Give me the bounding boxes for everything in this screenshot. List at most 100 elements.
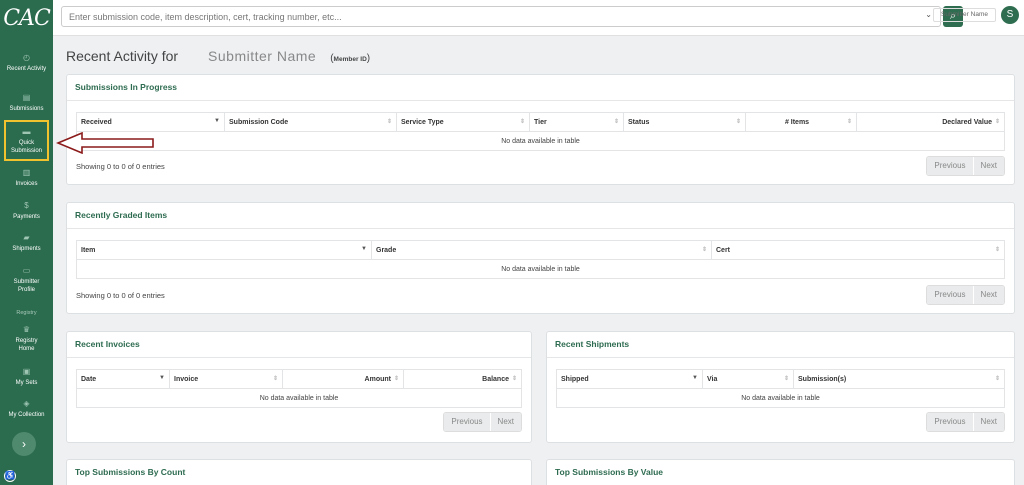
registry-heading: Registry (16, 310, 37, 316)
sidebar-item-payments[interactable]: $ Payments (0, 201, 53, 221)
sort-desc-icon: ▼ (159, 375, 165, 381)
trophy-icon: ♛ (22, 325, 31, 334)
sort-icon: ⇕ (701, 247, 707, 253)
column-header[interactable]: Service Type ⇕ (396, 112, 530, 132)
submitter-name: Submitter Name (208, 48, 317, 64)
file-icon: ▤ (22, 93, 31, 102)
invoice-icon: ▥ (22, 168, 31, 177)
column-header[interactable]: Item ▼ (76, 240, 372, 260)
sort-desc-icon: ▼ (361, 246, 367, 252)
member-id: (Member ID) (330, 53, 370, 64)
sort-icon: ⇕ (994, 376, 1000, 382)
sidebar-item-invoices[interactable]: ▥ Invoices (0, 168, 53, 188)
column-header[interactable]: Date ▼ (76, 369, 170, 389)
next-button[interactable]: Next (489, 413, 521, 431)
sort-icon: ⇕ (386, 119, 392, 125)
sidebar: CAC ◴ Recent Activity ▤ Submissions ▬ Qu… (0, 0, 53, 485)
search-input[interactable] (62, 7, 852, 27)
previous-button[interactable]: Previous (927, 286, 973, 304)
sidebar-item-submissions[interactable]: ▤ Submissions (0, 93, 53, 113)
column-header[interactable]: Grade ⇕ (371, 240, 712, 260)
column-header[interactable]: Submission Code ⇕ (224, 112, 397, 132)
column-header[interactable]: Tier ⇕ (529, 112, 624, 132)
annotation-arrow-icon (56, 132, 154, 154)
submissions-in-progress-card: Submissions In Progress Received ▼ Submis… (66, 74, 1015, 185)
submitter-name-label[interactable]: Submitter Name (933, 8, 996, 22)
previous-button[interactable]: Previous (927, 157, 973, 175)
card-title: Submissions In Progress (67, 75, 1014, 101)
next-button[interactable]: Next (972, 286, 1004, 304)
graded-items-table: Item ▼ Grade ⇕ Cert ⇕ No data available in … (76, 240, 1005, 279)
entries-info: Showing 0 to 0 of 0 entries (76, 291, 165, 300)
sidebar-item-my-sets[interactable]: ▣ My Sets (0, 367, 53, 387)
recent-invoices-card: Recent Invoices Date ▼ Invoice ⇕ Amount ⇕ B… (66, 331, 532, 443)
previous-button[interactable]: Previous (927, 413, 973, 431)
column-header[interactable]: Via ⇕ (702, 369, 794, 389)
cac-logo[interactable]: CAC (0, 0, 53, 36)
sidebar-item-quick-submission[interactable]: ▬ Quick Submission (0, 127, 53, 155)
card-title: Top Submissions By Count (67, 460, 531, 485)
sidebar-item-label: Invoices (15, 181, 38, 187)
sort-icon: ⇕ (393, 376, 399, 382)
sidebar-item-label: My Sets (15, 380, 38, 386)
sort-icon: ⇕ (272, 376, 278, 382)
top-submissions-by-count-card: Top Submissions By Count (66, 459, 532, 485)
recently-graded-items-card: Recently Graded Items Item ▼ Grade ⇕ Cert ⇕… (66, 202, 1015, 314)
sidebar-item-shipments[interactable]: ▰ Shipments (0, 233, 53, 253)
pagination: Previous Next (926, 156, 1005, 176)
card-title: Recently Graded Items (67, 203, 1014, 229)
entries-info: Showing 0 to 0 of 0 entries (76, 162, 165, 171)
sidebar-item-label: Submissions (9, 106, 44, 112)
empty-table-message: No data available in table (556, 388, 1005, 408)
dollar-icon: $ (24, 201, 29, 210)
top-bar: ⌄ ⌕ Submitter Name S (53, 0, 1024, 36)
recent-shipments-card: Recent Shipments Shipped ▼ Via ⇕ Submissio… (546, 331, 1015, 443)
sidebar-item-label: Registry Home (15, 338, 38, 352)
sidebar-item-label: Quick Submission (11, 140, 43, 154)
member-id-text: Member ID (333, 56, 367, 63)
sidebar-item-submitter-profile[interactable]: ▭ Submitter Profile (0, 266, 53, 294)
sidebar-item-label: My Collection (8, 412, 45, 418)
expand-sidebar-button[interactable]: › (12, 432, 36, 456)
column-header[interactable]: Shipped ▼ (556, 369, 703, 389)
paren-close: ) (366, 53, 371, 64)
sort-icon: ⇕ (994, 119, 1000, 125)
page-title: Recent Activity for Submitter Name (Member… (66, 48, 370, 64)
column-header[interactable]: Balance ⇕ (403, 369, 522, 389)
top-submissions-by-value-card: Top Submissions By Value (546, 459, 1015, 485)
column-header[interactable]: # Items ⇕ (745, 112, 857, 132)
shipments-table: Shipped ▼ Via ⇕ Submission(s) ⇕ No data ava… (556, 369, 1005, 408)
column-header[interactable]: Submission(s) ⇕ (793, 369, 1005, 389)
avatar[interactable]: S (1001, 6, 1019, 24)
sort-icon: ⇕ (783, 376, 789, 382)
sidebar-item-my-collection[interactable]: ◈ My Collection (0, 399, 53, 419)
card-title: Recent Shipments (547, 332, 1014, 358)
sidebar-item-recent-activity[interactable]: ◴ Recent Activity (0, 53, 53, 73)
pagination: Previous Next (926, 412, 1005, 432)
truck-icon: ▰ (23, 233, 30, 242)
submissions-table: Received ▼ Submission Code ⇕ Service Type ⇕… (76, 112, 1005, 151)
column-header[interactable]: Declared Value ⇕ (856, 112, 1005, 132)
previous-button[interactable]: Previous (444, 413, 490, 431)
search-box: ⌄ (61, 6, 941, 27)
column-header[interactable]: Received ▼ (76, 112, 225, 132)
sort-icon: ⇕ (519, 119, 525, 125)
sidebar-item-registry-home[interactable]: ♛ Registry Home (0, 325, 53, 353)
empty-table-message: No data available in table (76, 259, 1005, 279)
column-header[interactable]: Cert ⇕ (711, 240, 1005, 260)
next-button[interactable]: Next (972, 157, 1004, 175)
box-icon: ▣ (22, 367, 31, 376)
chevron-down-icon[interactable]: ⌄ (925, 10, 932, 19)
column-header[interactable]: Amount ⇕ (282, 369, 404, 389)
history-icon: ◴ (23, 53, 30, 62)
card-title: Top Submissions By Value (547, 460, 1014, 485)
layers-icon: ◈ (23, 399, 30, 408)
page-title-text: Recent Activity for (66, 48, 179, 64)
next-button[interactable]: Next (972, 413, 1004, 431)
folder-icon: ▬ (22, 127, 31, 136)
card-title: Recent Invoices (67, 332, 531, 358)
column-header[interactable]: Invoice ⇕ (169, 369, 283, 389)
accessibility-icon[interactable]: ♿ (4, 470, 16, 482)
column-header[interactable]: Status ⇕ (623, 112, 746, 132)
sidebar-item-label: Submitter Profile (13, 279, 40, 293)
